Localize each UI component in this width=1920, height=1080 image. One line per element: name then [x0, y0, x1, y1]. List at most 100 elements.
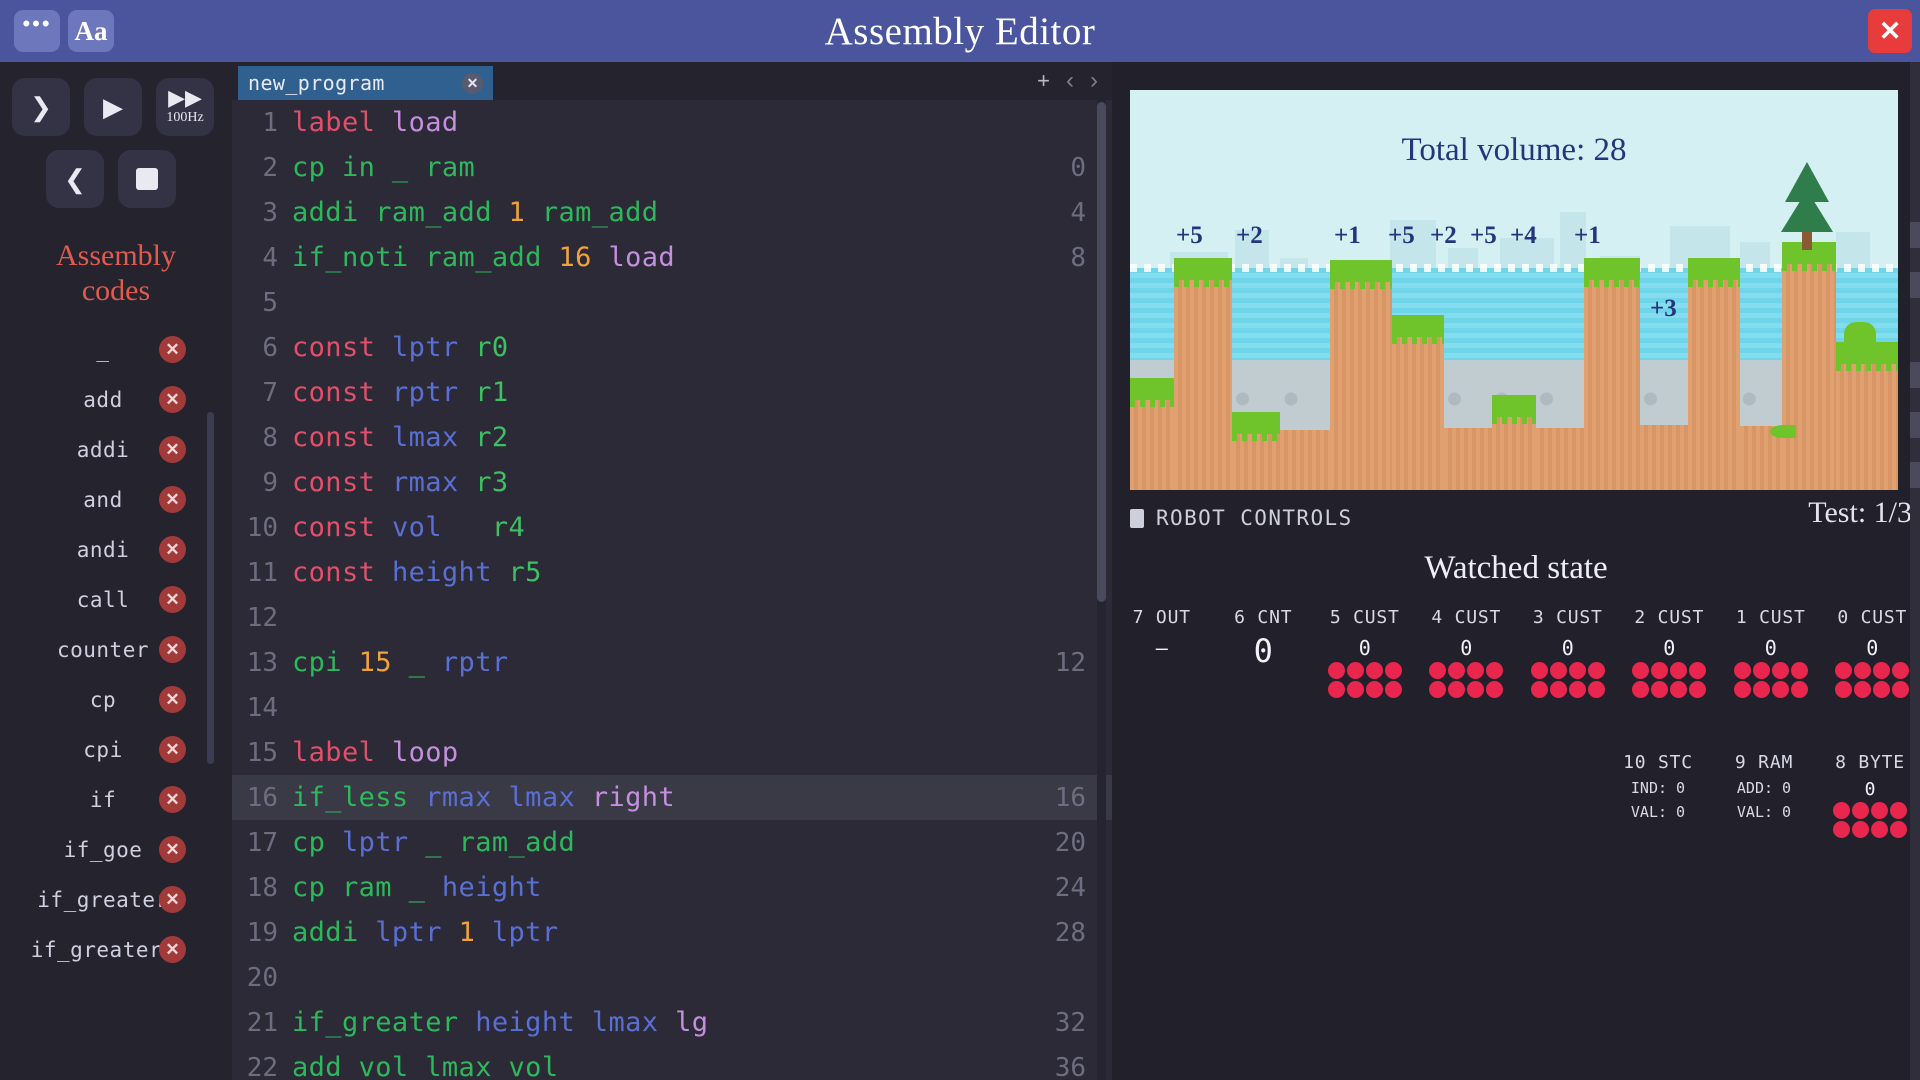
assembly-code-list[interactable]: _ ✕ add ✕ addi ✕ and ✕ andi ✕ call ✕ counter ✕ cp ✕ cpi ✕… [0, 325, 232, 965]
code-line[interactable]: 22 add vol lmax vol 36 [232, 1045, 1112, 1080]
register-cell[interactable]: 8 BYTE 0 [1824, 752, 1916, 838]
code-line[interactable]: 11 const height r5 [232, 550, 1112, 595]
register-cell[interactable]: 3 CUST 0 [1524, 607, 1612, 698]
list-item[interactable]: cp ✕ [0, 675, 232, 725]
assembly-code-label: if_goe [63, 837, 143, 862]
register-cell[interactable]: 10 STC IND: 0 VAL: 0 [1612, 752, 1704, 821]
list-item[interactable]: addi ✕ [0, 425, 232, 475]
code-token: load [608, 242, 676, 273]
code-text: if_greater height lmax lg [292, 1007, 708, 1038]
page-title: Assembly Editor [824, 9, 1096, 53]
list-item[interactable]: andi ✕ [0, 525, 232, 575]
play-icon: ▶ [103, 92, 123, 122]
code-line[interactable]: 12 [232, 595, 1112, 640]
code-line[interactable]: 17 cp lptr _ ram_add 20 [232, 820, 1112, 865]
code-line[interactable]: 2 cp in _ ram 0 [232, 145, 1112, 190]
list-item[interactable]: if_goe ✕ [0, 825, 232, 875]
code-line[interactable]: 8 const lmax r2 [232, 415, 1112, 460]
code-line[interactable]: 16 if_less rmax lmax right 16 [232, 775, 1112, 820]
register-bit [1852, 821, 1869, 838]
grass-top [1330, 260, 1392, 289]
code-token: r1 [475, 377, 509, 408]
register-cell[interactable]: 2 CUST 0 [1626, 607, 1714, 698]
register-cell[interactable]: 4 CUST 0 [1423, 607, 1511, 698]
run-button[interactable]: ▶ [84, 78, 142, 136]
code-line[interactable]: 15 label loop [232, 730, 1112, 775]
code-token: 1 [458, 917, 476, 948]
code-line[interactable]: 7 const rptr r1 [232, 370, 1112, 415]
code-line[interactable]: 18 cp ram _ height 24 [232, 865, 1112, 910]
list-item[interactable]: counter ✕ [0, 625, 232, 675]
code-token: label [292, 737, 376, 768]
code-line[interactable]: 21 if_greater height lmax lg 32 [232, 1000, 1112, 1045]
volume-label: +5 [1176, 222, 1203, 249]
game-preview[interactable]: +5 +2 +1 +5 +2 +5 +4 +1 +3 Total volume: 28 [1130, 90, 1898, 490]
register-cell[interactable]: 7 OUT – [1118, 607, 1206, 698]
code-line[interactable]: 1 label load [232, 100, 1112, 145]
code-token: const [292, 422, 376, 453]
volume-label: +2 [1236, 222, 1263, 249]
title-bar: ••• Aa Assembly Editor ✕ [0, 0, 1920, 62]
code-token: cp in _ ram [292, 152, 476, 183]
code-line[interactable]: 4 if_noti ram_add 16 load 8 [232, 235, 1112, 280]
close-icon[interactable]: ✕ [1868, 9, 1912, 53]
list-item[interactable]: add ✕ [0, 375, 232, 425]
list-item[interactable]: if_greateri ✕ [0, 925, 232, 965]
code-line[interactable]: 19 addi lptr 1 lptr 28 [232, 910, 1112, 955]
stop-button[interactable] [118, 150, 176, 208]
list-item[interactable]: call ✕ [0, 575, 232, 625]
code-line[interactable]: 20 [232, 955, 1112, 1000]
volume-label: +2 [1430, 222, 1457, 249]
register-cell[interactable]: 0 CUST 0 [1829, 607, 1917, 698]
code-token: 1 [508, 197, 526, 228]
register-bit [1892, 681, 1910, 698]
code-line[interactable]: 14 [232, 685, 1112, 730]
list-item[interactable]: and ✕ [0, 475, 232, 525]
sidebar-scrollbar[interactable] [207, 412, 214, 764]
editor-scrollbar[interactable] [1097, 102, 1106, 602]
code-token: addi [292, 917, 376, 948]
code-line[interactable]: 5 [232, 280, 1112, 325]
line-number: 17 [246, 827, 278, 858]
code-line[interactable]: 13 cpi 15 _ rptr 12 [232, 640, 1112, 685]
code-token: if_noti ram_add [292, 242, 559, 273]
list-item[interactable]: _ ✕ [0, 325, 232, 375]
register-cell[interactable]: 6 CNT 0 [1220, 607, 1308, 698]
register-cell[interactable]: 1 CUST 0 [1727, 607, 1815, 698]
line-number: 18 [246, 872, 278, 903]
code-line[interactable]: 3 addi ram_add 1 ram_add 4 [232, 190, 1112, 235]
tab-new-program[interactable]: new_program ✕ [238, 66, 493, 100]
step-button[interactable]: ❯ [12, 78, 70, 136]
register-bit [1790, 681, 1808, 698]
register-bit [1651, 681, 1669, 698]
terrain-column [1492, 395, 1536, 490]
fast-forward-button[interactable]: ▶▶ 100Hz [156, 78, 214, 136]
register-cell[interactable]: 5 CUST 0 [1321, 607, 1409, 698]
line-number: 7 [262, 377, 278, 408]
back-button[interactable]: ❮ [46, 150, 104, 208]
register-bit-grid [1833, 802, 1907, 838]
line-number: 21 [246, 1007, 278, 1038]
line-number: 22 [246, 1052, 278, 1080]
add-tab-icon[interactable]: + [1037, 68, 1050, 94]
code-area[interactable]: 1 label load 2 cp in _ ram 0 3 addi ram_add 1 … [232, 100, 1112, 1080]
register-value: – [1155, 636, 1168, 660]
close-icon[interactable]: ✕ [462, 72, 483, 94]
list-item[interactable]: if ✕ [0, 775, 232, 825]
list-item[interactable]: cpi ✕ [0, 725, 232, 775]
code-line[interactable]: 6 const lptr r0 [232, 325, 1112, 370]
chevron-left-icon[interactable]: ‹ [1066, 67, 1074, 95]
code-line[interactable]: 10 const vol r4 [232, 505, 1112, 550]
code-line[interactable]: 9 const rmax r3 [232, 460, 1112, 505]
list-item[interactable]: if_greater ✕ [0, 875, 232, 925]
register-cell[interactable]: 9 RAM ADD: 0 VAL: 0 [1718, 752, 1810, 821]
register-bit [1835, 662, 1853, 679]
chevron-right-icon[interactable]: › [1090, 67, 1098, 95]
robot-controls-bar[interactable]: ROBOT CONTROLS [1130, 500, 1898, 536]
terrain-column [1232, 412, 1280, 490]
volume-label: +5 [1470, 222, 1497, 249]
